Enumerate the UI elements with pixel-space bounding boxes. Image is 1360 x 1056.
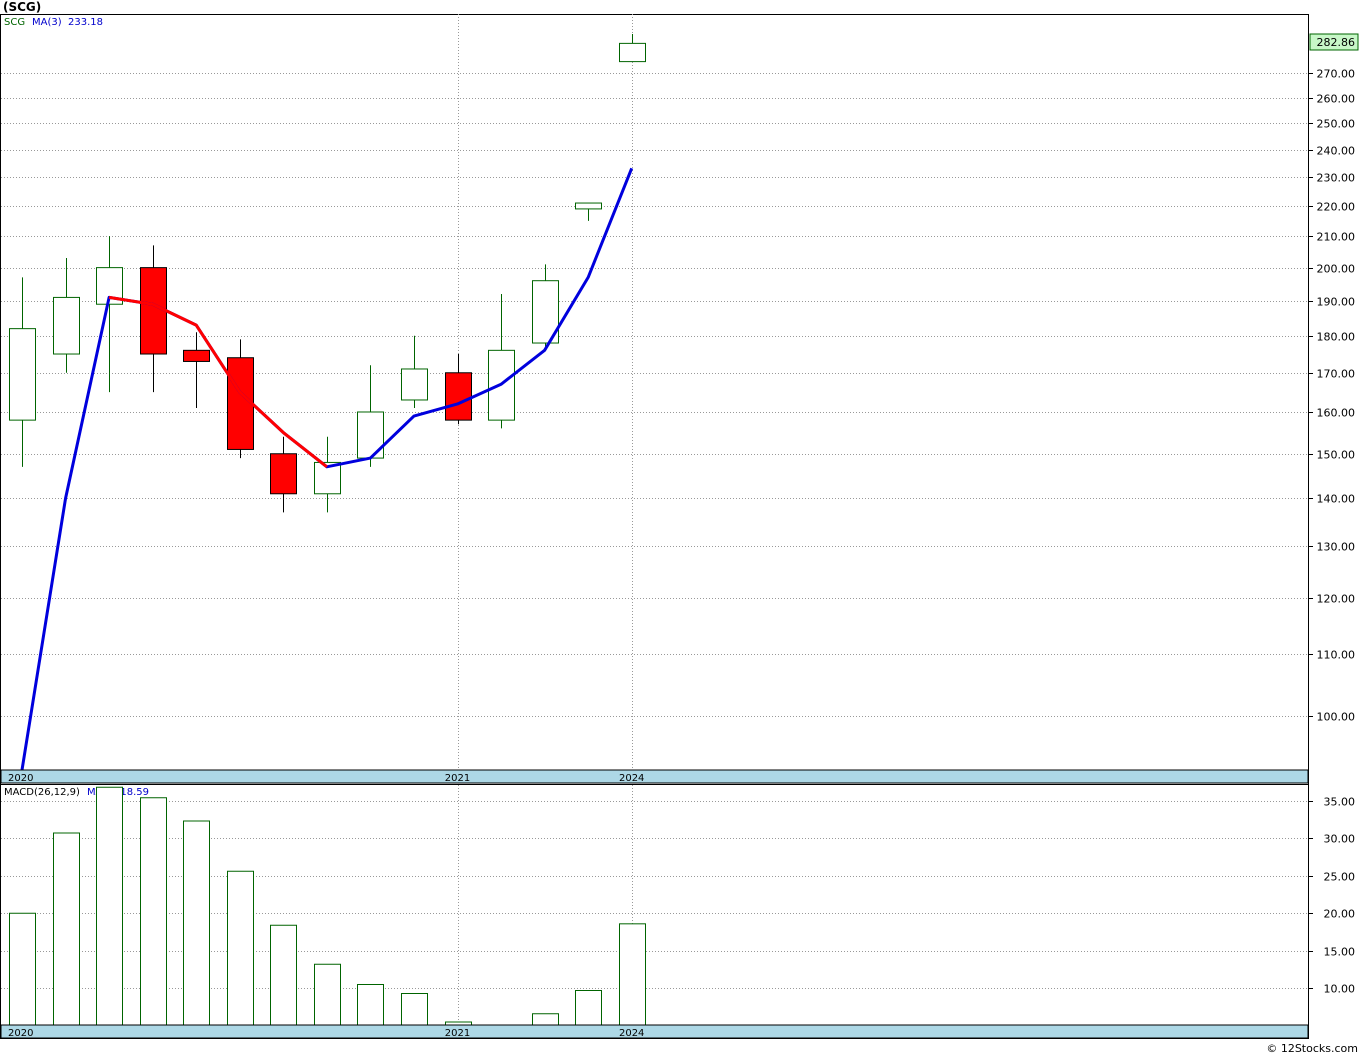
candle-body-up: [53, 296, 80, 355]
price-tick-label: 200.00: [1317, 263, 1356, 276]
price-tick-label: 250.00: [1317, 118, 1356, 131]
price-tick-label: 160.00: [1317, 407, 1356, 420]
candle-body-up: [401, 368, 428, 401]
candle-body-up: [575, 202, 602, 210]
price-y-axis: 100.00 110.00 120.00 130.00 140.00 150.00 160.…: [1308, 68, 1355, 724]
macd-bar: [183, 820, 210, 1026]
candle-body-down: [270, 453, 297, 495]
macd-y-axis: 10.00 15.00 20.00 25.00 30.00 35.00: [1308, 796, 1355, 996]
macd-tick-label: 35.00: [1324, 796, 1356, 809]
ma-label: MA(3): [32, 17, 62, 28]
price-tick-label: 110.00: [1317, 649, 1356, 662]
candle-body-up: [9, 328, 36, 421]
macd-bar: [96, 786, 123, 1026]
candle-body-up: [619, 42, 646, 63]
price-tick-label: 220.00: [1317, 201, 1356, 214]
macd-bar: [357, 984, 384, 1026]
macd-tick-label: 20.00: [1324, 908, 1356, 921]
macd-bar: [619, 923, 646, 1026]
macd-tick-label: 15.00: [1324, 946, 1356, 959]
price-tick-label: 240.00: [1317, 145, 1356, 158]
macd-bar: [270, 924, 297, 1026]
watermark: © 12Stocks.com: [1266, 1042, 1358, 1055]
macd-x-tick-label: 2021: [445, 1028, 470, 1039]
price-tick-label: 130.00: [1317, 541, 1356, 554]
price-tick-label: 210.00: [1317, 231, 1356, 244]
price-x-tick-label: 2024: [619, 773, 644, 784]
macd-bar: [575, 990, 602, 1026]
price-x-axis-band: [0, 769, 1309, 784]
macd-bar: [9, 912, 36, 1026]
macd-bar-series: [9, 786, 646, 1028]
macd-bar: [227, 870, 254, 1026]
macd-bar: [314, 963, 341, 1026]
chart-title: (SCG): [3, 0, 41, 14]
candle-body-down: [183, 349, 210, 362]
series-tag: SCG: [4, 17, 25, 28]
candle-body-down: [227, 357, 254, 450]
candle-body-down: [445, 372, 472, 421]
macd-x-axis-band: [0, 1024, 1309, 1039]
macd-bar: [53, 832, 80, 1026]
candlestick-series: [9, 33, 646, 513]
candle-body-down: [140, 267, 167, 355]
price-tick-label: 150.00: [1317, 449, 1356, 462]
price-grid: [1, 14, 1308, 770]
price-tick-label: 230.00: [1317, 172, 1356, 185]
price-tick-label: 170.00: [1317, 368, 1356, 381]
macd-bar: [532, 1013, 559, 1026]
price-tick-label: 140.00: [1317, 493, 1356, 506]
macd-tick-label: 25.00: [1324, 871, 1356, 884]
price-tick-label: 260.00: [1317, 93, 1356, 106]
macd-bar: [140, 797, 167, 1026]
last-price-label: 282.86: [1317, 36, 1356, 49]
price-tick-label: 190.00: [1317, 296, 1356, 309]
price-tick-label: 120.00: [1317, 593, 1356, 606]
macd-tick-label: 10.00: [1324, 983, 1356, 996]
ma-value: 233.18: [68, 17, 103, 28]
macd-x-tick-label: 2020: [8, 1028, 33, 1039]
stock-chart: (SCG) SCG MA(3) 233.18 100.00 110.00 120.0…: [0, 0, 1359, 1055]
price-tick-label: 270.00: [1317, 68, 1356, 81]
price-x-tick-label: 2020: [8, 773, 33, 784]
macd-tick-label: 30.00: [1324, 833, 1356, 846]
price-tick-label: 180.00: [1317, 331, 1356, 344]
price-x-tick-label: 2021: [445, 773, 470, 784]
macd-bar: [401, 993, 428, 1026]
macd-x-tick-label: 2024: [619, 1028, 644, 1039]
macd-label: MACD(26,12,9): [4, 787, 80, 798]
price-tick-label: 100.00: [1317, 711, 1356, 724]
